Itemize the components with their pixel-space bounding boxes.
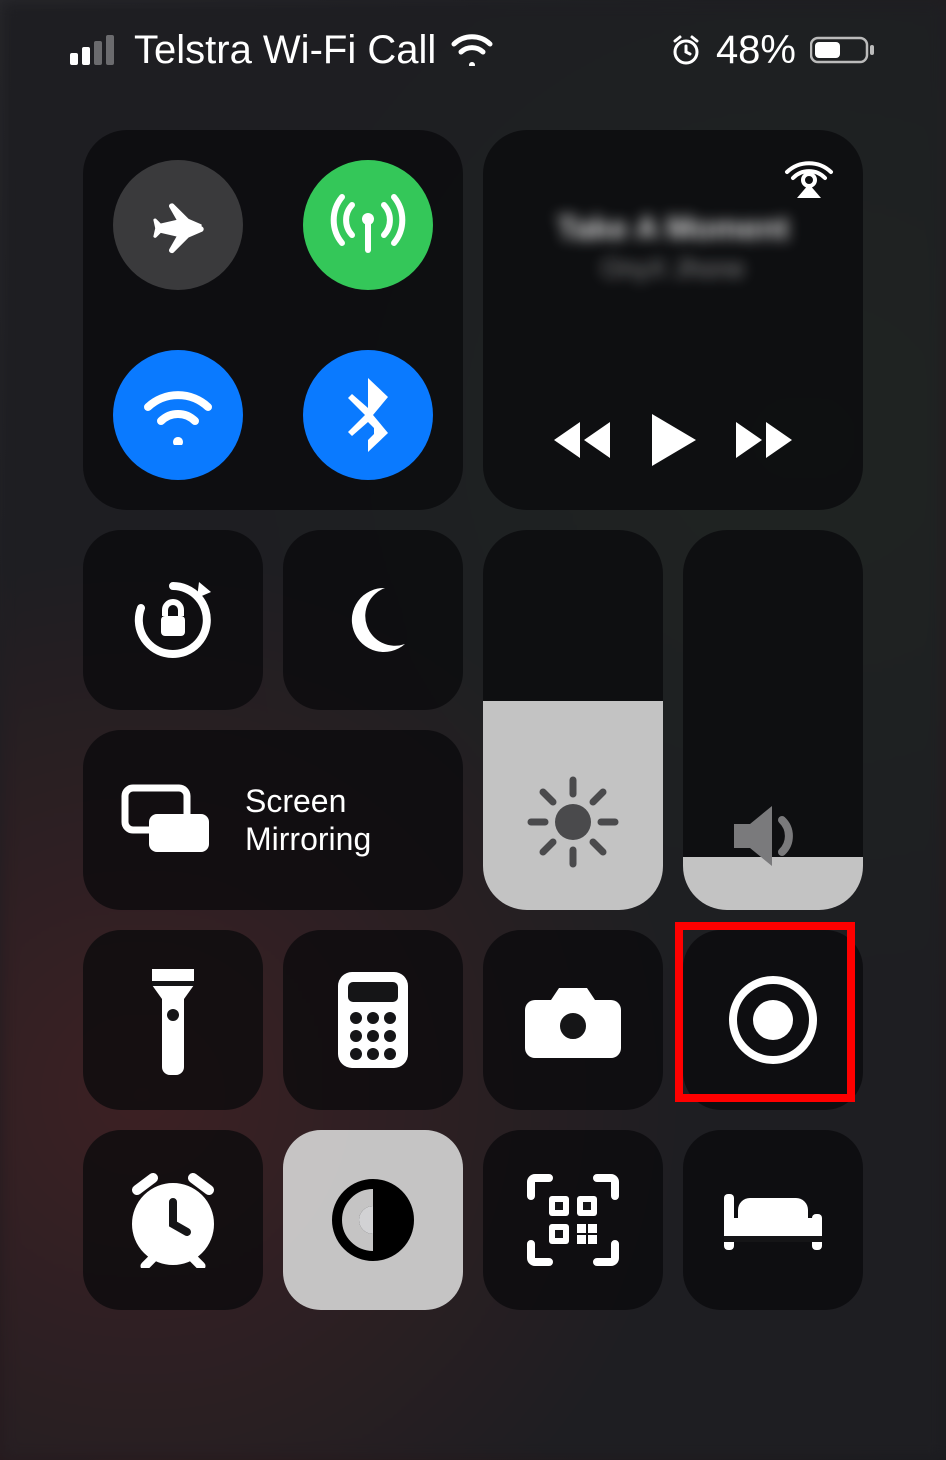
media-artist-label: OnyX Jhone: [601, 253, 744, 284]
screen-record-button[interactable]: [683, 930, 863, 1110]
wifi-button[interactable]: [113, 350, 243, 480]
flashlight-button[interactable]: [83, 930, 263, 1110]
alarm-button[interactable]: [83, 1130, 263, 1310]
calculator-button[interactable]: [283, 930, 463, 1110]
qr-scanner-button[interactable]: [483, 1130, 663, 1310]
calculator-icon: [334, 970, 412, 1070]
do-not-disturb-button[interactable]: [283, 530, 463, 710]
alarm-clock-icon: [123, 1172, 223, 1268]
sun-icon: [523, 772, 623, 872]
bluetooth-icon: [346, 378, 390, 452]
orientation-lock-button[interactable]: [83, 530, 263, 710]
moon-icon: [333, 580, 413, 660]
cellular-data-button[interactable]: [303, 160, 433, 290]
airplane-mode-button[interactable]: [113, 160, 243, 290]
airplane-icon: [145, 192, 211, 258]
sleep-button[interactable]: [683, 1130, 863, 1310]
media-rewind-button[interactable]: [550, 418, 614, 462]
wifi-icon: [140, 385, 216, 445]
camera-icon: [521, 980, 625, 1060]
media-panel[interactable]: Take A Moment OnyX Jhone: [483, 130, 863, 510]
airplay-icon[interactable]: [783, 152, 835, 200]
screen-mirroring-label: Screen Mirroring: [245, 782, 371, 859]
camera-button[interactable]: [483, 930, 663, 1110]
control-center-grid: Take A Moment OnyX Jhone: [40, 130, 906, 1310]
battery-icon: [810, 35, 876, 65]
wifi-icon: [450, 34, 494, 66]
bluetooth-button[interactable]: [303, 350, 433, 480]
screen-mirroring-button[interactable]: Screen Mirroring: [83, 730, 463, 910]
flashlight-icon: [144, 965, 202, 1075]
carrier-label: Telstra Wi-Fi Call: [134, 28, 436, 73]
qr-code-icon: [523, 1170, 623, 1270]
media-play-button[interactable]: [648, 412, 698, 468]
volume-slider[interactable]: [683, 530, 863, 910]
bed-icon: [718, 1184, 828, 1256]
brightness-slider[interactable]: [483, 530, 663, 910]
connectivity-panel[interactable]: [83, 130, 463, 510]
media-forward-button[interactable]: [732, 418, 796, 462]
contrast-icon: [329, 1176, 417, 1264]
orientation-lock-icon: [125, 572, 221, 668]
cellular-antenna-icon: [328, 185, 408, 265]
speaker-icon: [728, 800, 818, 872]
cellular-signal-icon: [70, 35, 120, 65]
dark-mode-button[interactable]: [283, 1130, 463, 1310]
battery-percent-label: 48%: [716, 28, 796, 73]
status-bar: Telstra Wi-Fi Call 48%: [40, 0, 906, 100]
media-track-title: Take A Moment: [557, 210, 789, 247]
record-icon: [725, 972, 821, 1068]
screen-mirroring-icon: [119, 784, 215, 856]
alarm-icon: [670, 34, 702, 66]
